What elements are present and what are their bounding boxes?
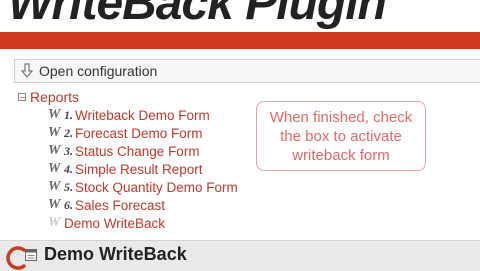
writeback-form-icon: W [48, 143, 61, 158]
item-label[interactable]: Simple Result Report [75, 162, 203, 177]
instruction-callout: When finished, check the box to activate… [256, 101, 426, 171]
item-number: 2. [64, 125, 73, 140]
tree-item[interactable]: W 2. Forecast Demo Form [48, 124, 258, 142]
app-title: WriteBack Plugin [8, 0, 387, 30]
page-icon [25, 249, 37, 261]
item-label[interactable]: Writeback Demo Form [75, 108, 210, 123]
writeback-form-inactive-icon: W [48, 215, 61, 230]
tree-item[interactable]: W 3. Status Change Form [48, 142, 258, 160]
item-number: 3. [64, 143, 73, 158]
item-label[interactable]: Forecast Demo Form [75, 126, 203, 141]
tree-item[interactable]: W 5. Stock Quantity Demo Form [48, 178, 258, 196]
callout-text: When finished, check the box to activate… [269, 108, 413, 164]
tree-item[interactable]: W 4. Simple Result Report [48, 160, 258, 178]
toolbar: Open configuration [14, 59, 480, 83]
tree-root-label[interactable]: Reports [30, 89, 79, 105]
header-banner: WriteBack Plugin [0, 0, 480, 32]
writeback-form-icon: W [48, 197, 61, 212]
report-tree: − Reports W 1. Writeback Demo Form W 2. … [18, 88, 258, 232]
item-label[interactable]: Stock Quantity Demo Form [75, 180, 238, 195]
writeback-form-icon: W [48, 125, 61, 140]
footer-title: Demo WriteBack [44, 244, 187, 264]
item-number: 6. [64, 197, 73, 212]
brand-bar [0, 32, 480, 49]
item-label[interactable]: Status Change Form [75, 144, 200, 159]
download-arrow-icon[interactable] [19, 62, 35, 80]
writeback-form-icon: W [48, 107, 61, 122]
item-label[interactable]: Sales Forecast [75, 198, 165, 213]
footer-panel: Demo WriteBack [0, 240, 480, 271]
writeback-form-icon: W [48, 179, 61, 194]
collapse-icon[interactable]: − [18, 93, 26, 102]
writeback-form-icon: W [48, 161, 61, 176]
tree-item[interactable]: W 1. Writeback Demo Form [48, 106, 258, 124]
tree-root-reports[interactable]: − Reports [18, 88, 258, 106]
tree-item[interactable]: W Demo WriteBack [48, 214, 258, 232]
item-label[interactable]: Demo WriteBack [64, 216, 165, 231]
item-number: 4. [64, 161, 73, 176]
item-number: 5. [64, 179, 73, 194]
open-configuration-link[interactable]: Open configuration [39, 63, 157, 79]
tree-item[interactable]: W 6. Sales Forecast [48, 196, 258, 214]
item-number: 1. [64, 107, 73, 122]
